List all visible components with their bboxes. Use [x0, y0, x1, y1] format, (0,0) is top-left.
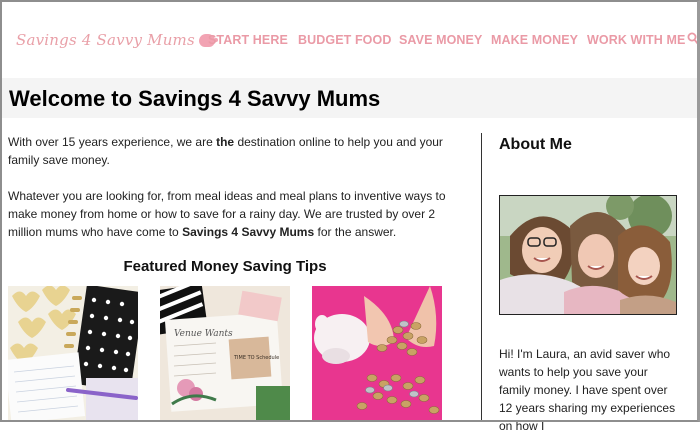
- page-title: Welcome to Savings 4 Savvy Mums: [9, 86, 381, 111]
- nav-make-money[interactable]: MAKE MONEY: [491, 33, 578, 47]
- thumbnail-piggy-bank[interactable]: [312, 286, 442, 420]
- schedule-notebook-image: Venue Wants TIME TO Schedule: [160, 286, 290, 420]
- site-header: Savings 4 Savvy Mums START HERE BUDGET F…: [2, 2, 699, 78]
- featured-heading: Featured Money Saving Tips: [123, 258, 327, 275]
- about-me-heading: About Me: [499, 136, 572, 153]
- schedule-note-text: TIME TO Schedule: [233, 355, 279, 361]
- intro-text: for the answer.: [314, 225, 397, 239]
- family-photo-image: [500, 196, 676, 314]
- nav-start-here[interactable]: START HERE: [208, 33, 288, 47]
- intro-paragraph-2: Whatever you are looking for, from meal …: [8, 187, 470, 241]
- search-icon[interactable]: [687, 32, 699, 46]
- intro-content: With over 15 years experience, we are th…: [8, 133, 470, 259]
- page-title-band: Welcome to Savings 4 Savvy Mums: [2, 78, 697, 118]
- intro-paragraph-1: With over 15 years experience, we are th…: [8, 133, 470, 169]
- logo-text: Savings 4 Savvy Mums: [16, 31, 195, 49]
- nav-save-money[interactable]: SAVE MONEY: [399, 33, 482, 47]
- column-divider: [481, 133, 482, 422]
- piggy-bank-coins-image: [312, 286, 442, 420]
- notebook-title: Venue Wants: [174, 329, 233, 339]
- site-logo[interactable]: Savings 4 Savvy Mums: [16, 31, 218, 49]
- brand-name: Savings 4 Savvy Mums: [182, 225, 315, 239]
- planner-image: [8, 286, 138, 420]
- intro-emphasis: the: [216, 135, 235, 149]
- thumbnail-planner[interactable]: [8, 286, 138, 420]
- thumbnail-schedule[interactable]: Venue Wants TIME TO Schedule: [160, 286, 290, 420]
- author-photo: [499, 195, 677, 315]
- intro-text: With over 15 years experience, we are: [8, 135, 217, 149]
- nav-work-with-me[interactable]: WORK WITH ME: [587, 33, 685, 47]
- nav-budget-food[interactable]: BUDGET FOOD: [298, 33, 391, 47]
